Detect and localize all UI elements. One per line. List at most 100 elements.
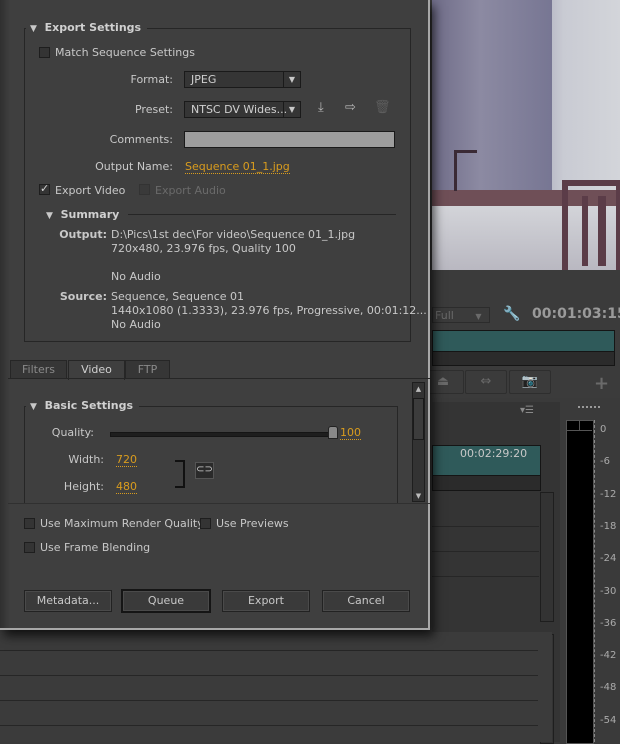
quality-label: Quality: [51,426,94,439]
frame-blending-checkbox[interactable] [24,542,35,553]
scroll-thumb[interactable] [413,398,424,440]
quality-value[interactable]: 100 [340,426,361,440]
use-previews-checkbox[interactable] [200,518,211,529]
width-label: Width: [68,453,104,466]
chevron-down-icon: ▼ [283,72,300,87]
resolution-select[interactable]: Full ▼ [432,307,490,323]
dialog-shade [0,0,10,628]
max-render-quality-checkbox[interactable] [24,518,35,529]
aspect-bracket [175,460,185,488]
format-value: JPEG [191,73,217,86]
tabs-underline [8,378,430,379]
video-settings-scrollbar[interactable]: ▲ ▼ [412,382,425,502]
track-divider [0,725,538,726]
preset-value: NTSC DV Wides... [191,103,288,116]
scroll-down-icon[interactable]: ▼ [413,492,424,500]
cancel-button[interactable]: Cancel [322,590,410,612]
scroll-up-icon[interactable]: ▲ [413,385,424,393]
chevron-down-icon: ▼ [475,312,482,321]
track-divider [0,675,538,676]
collapse-triangle-icon: ▼ [30,402,37,412]
meter-db-label: -24 [600,553,617,565]
peak-indicator-left[interactable] [567,421,580,431]
meter-db-label: -42 [600,650,617,662]
queue-button[interactable]: Queue [121,589,211,613]
track-divider [432,551,539,552]
video-chair-small [454,150,477,191]
meter-db-label: -6 [600,456,610,468]
format-select[interactable]: JPEG ▼ [184,71,301,88]
export-settings-header[interactable]: ▼ Export Settings [26,21,148,34]
collapse-triangle-icon: ▼ [46,211,53,221]
height-label: Height: [63,480,104,493]
extract-icon: ⇔ [480,374,492,389]
summary-output-label: Output: [59,228,107,241]
audio-meter-bar [566,420,594,744]
sequence-zoom-bar[interactable] [432,475,541,491]
program-monitor-video [432,0,620,270]
save-preset-icon[interactable]: ⤓ [318,100,324,115]
quality-slider-track[interactable] [110,432,334,437]
program-zoom-bar[interactable] [432,351,615,366]
link-aspect-button[interactable]: ⊂⊃ [195,462,214,479]
basic-settings-title: Basic Settings [44,399,133,412]
match-sequence-label: Match Sequence Settings [55,46,195,59]
peak-indicator-right[interactable] [580,421,592,431]
comments-label: Comments: [109,133,173,146]
summary-output-line: 720x480, 23.976 fps, Quality 100 [111,242,296,255]
summary-title: Summary [60,208,120,221]
delete-preset-icon: 🗑 [374,100,391,115]
extract-button[interactable]: ⇔ [465,370,507,394]
meter-db-label: -54 [600,714,617,726]
collapse-triangle-icon: ▼ [30,24,37,34]
output-name-label: Output Name: [95,160,173,173]
preset-select[interactable]: NTSC DV Wides... ▼ [184,101,301,118]
match-sequence-checkbox[interactable] [39,47,50,58]
summary-divider [128,214,396,215]
export-audio-label: Export Audio [155,184,226,197]
export-audio-checkbox [139,184,150,195]
import-preset-icon[interactable]: ⇨ [345,100,356,115]
panel-menu-icon[interactable]: ▾☰ [520,405,534,416]
video-tracks-scrollbar[interactable] [540,492,554,622]
export-video-checkbox[interactable] [39,182,50,195]
export-frame-button[interactable]: 📷 [509,370,551,394]
preset-label: Preset: [134,103,173,116]
meter-db-label: -36 [600,617,617,629]
height-value[interactable]: 480 [116,480,137,494]
program-timecode[interactable]: 00:01:03:15 [532,306,620,322]
tab-video[interactable]: Video [68,360,125,380]
wrench-icon[interactable]: 🔧 [503,306,520,322]
basic-settings-header[interactable]: ▼ Basic Settings [26,399,139,412]
meter-scale [594,420,597,742]
add-button-icon[interactable]: + [594,373,609,394]
summary-output-line: No Audio [111,270,161,283]
track-divider [432,526,539,527]
format-label: Format: [130,73,173,86]
chain-link-icon: ⊂⊃ [196,464,213,475]
summary-source-line: Sequence, Sequence 01 [111,290,245,303]
sequence-timecode[interactable]: 00:02:29:20 [460,447,527,460]
camera-icon: 📷 [521,374,539,389]
summary-header[interactable]: ▼ Summary [42,208,126,221]
comments-input[interactable] [184,131,395,148]
summary-source-line: 1440x1080 (1.3333), 23.976 fps, Progress… [111,304,427,317]
summary-output-line: D:\Pics\1st dec\For video\Sequence 01_1.… [111,228,356,241]
width-value[interactable]: 720 [116,453,137,467]
use-previews-label: Use Previews [216,517,289,530]
video-curtain [432,0,552,190]
metadata-button[interactable]: Metadata... [24,590,112,612]
tab-ftp[interactable]: FTP [125,360,170,379]
output-name-link[interactable]: Sequence 01_1.jpg [185,160,290,174]
export-button[interactable]: Export [222,590,310,612]
tab-filters[interactable]: Filters [10,360,67,379]
video-chair-large [562,180,620,270]
meter-db-label: 0 [600,424,607,435]
resolution-value: Full [435,309,454,322]
meter-db-label: -30 [600,585,617,597]
options-divider [8,503,430,504]
quality-slider-knob[interactable] [328,426,338,439]
meter-grip-icon[interactable] [578,406,600,411]
meter-db-label: -18 [600,520,617,532]
program-scrubber[interactable] [432,330,615,352]
